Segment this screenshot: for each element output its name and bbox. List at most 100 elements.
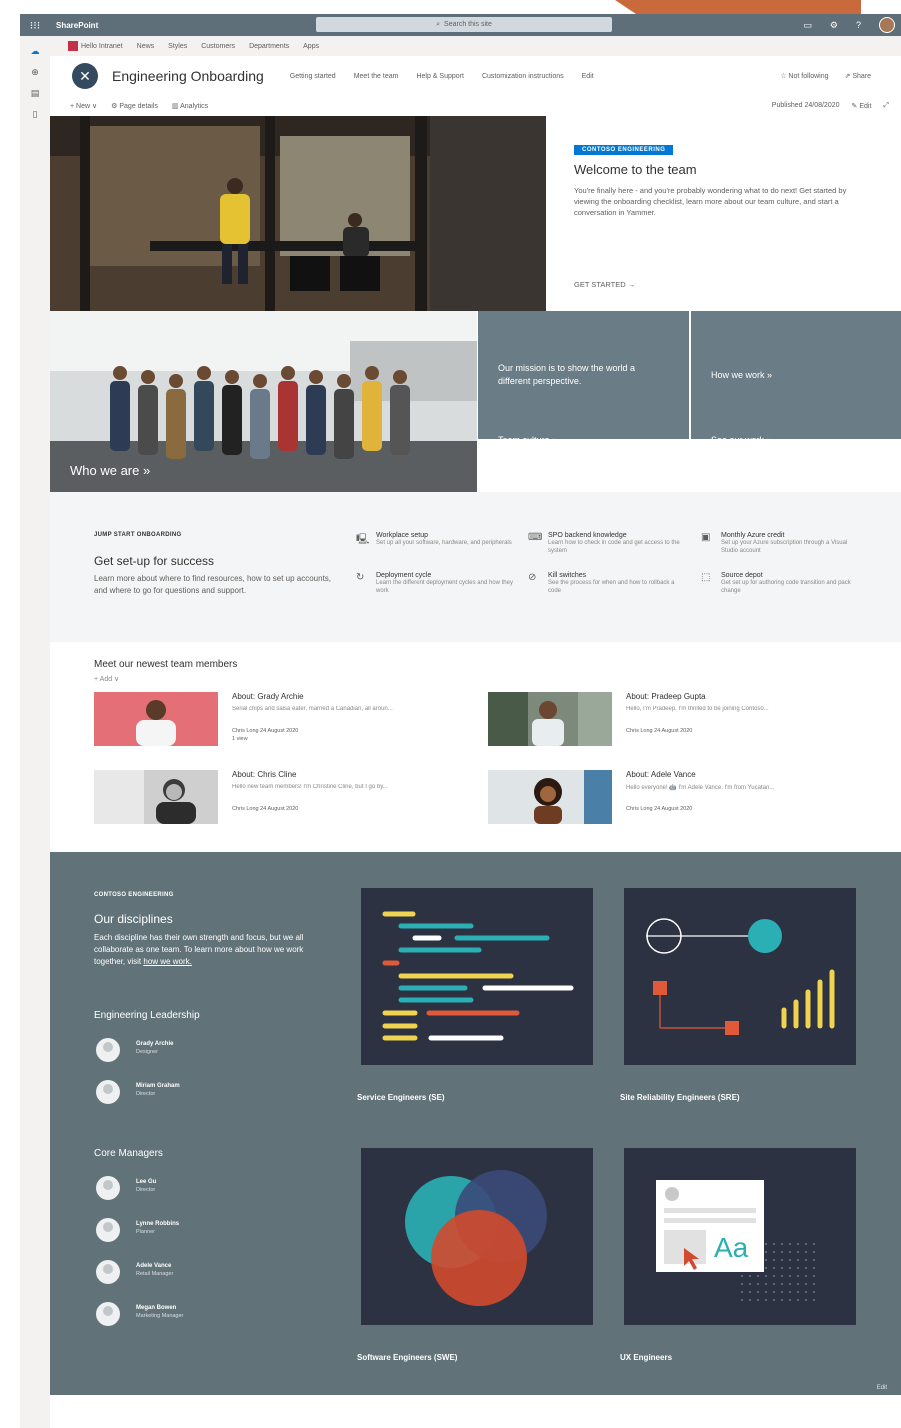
news-item[interactable]: About: Chris Cline Hello new team member… xyxy=(94,770,474,826)
news-author: Chris Long 24 August 2020 xyxy=(626,806,693,812)
chart-icon: ▥ xyxy=(171,103,181,110)
person-card[interactable]: Miriam Graham Director xyxy=(96,1080,296,1104)
add-news-button[interactable]: + Add ∨ xyxy=(94,675,119,683)
quick-link-desc: Learn how to check in code and get acces… xyxy=(548,540,680,554)
nav-getting-started[interactable]: Getting started xyxy=(290,73,336,80)
person-card[interactable]: Lee Gu Director xyxy=(96,1176,296,1200)
quick-link-desc: Get set up for authoring code transition… xyxy=(721,580,851,594)
discipline-card-ux[interactable]: Aa xyxy=(624,1148,856,1325)
discipline-label-swe[interactable]: Software Engineers (SWE) xyxy=(357,1353,457,1362)
account-avatar[interactable] xyxy=(879,17,895,33)
person-name: Miriam Graham xyxy=(136,1083,180,1089)
globe-icon[interactable]: ⊕ xyxy=(20,67,50,78)
person-name: Adele Vance xyxy=(136,1263,172,1269)
get-started-link[interactable]: GET STARTED → xyxy=(574,280,635,289)
person-card[interactable]: Grady Archie Designer xyxy=(96,1038,296,1062)
settings-icon[interactable]: ⚙ xyxy=(830,20,838,31)
news-title[interactable]: About: Chris Cline xyxy=(232,770,296,779)
members-heading: Meet our newest team members xyxy=(94,659,238,670)
jump-start-heading: Get set-up for success xyxy=(94,554,215,568)
quick-link-spo-backend[interactable]: ⌨ SPO backend knowledge Learn how to che… xyxy=(528,532,688,555)
news-author: Chris Long 24 August 2020 xyxy=(232,806,299,812)
nav-edit[interactable]: Edit xyxy=(582,73,594,80)
discipline-label-ux[interactable]: UX Engineers xyxy=(620,1353,672,1362)
news-excerpt: Hello, I'm Pradeep. I'm thrilled to be j… xyxy=(626,706,769,712)
news-excerpt: Serial chips and salsa eater, married a … xyxy=(232,706,393,712)
site-navigation: Getting started Meet the team Help & Sup… xyxy=(290,73,594,80)
search-box[interactable]: ⌕ Search this site xyxy=(316,17,612,32)
news-item[interactable]: About: Pradeep Gupta Hello, I'm Pradeep.… xyxy=(488,692,868,748)
person-name: Lynne Robbins xyxy=(136,1221,180,1227)
discipline-card-swe[interactable] xyxy=(361,1148,593,1325)
hero-office-image[interactable] xyxy=(50,116,546,311)
ux-glyph: Aa xyxy=(714,1232,749,1263)
person-card[interactable]: Lynne Robbins Planner xyxy=(96,1218,296,1242)
mission-text: Our mission is to show the world a diffe… xyxy=(498,363,636,386)
quick-link-kill-switches[interactable]: ⊘ Kill switches See the process for when… xyxy=(528,572,688,595)
jump-start-kicker: JUMP START ONBOARDING xyxy=(94,532,182,538)
discipline-label-sre[interactable]: Site Reliability Engineers (SRE) xyxy=(620,1093,740,1102)
follow-button[interactable]: ☆ Not following xyxy=(780,72,828,80)
who-we-are-link[interactable]: Who we are » xyxy=(70,463,150,478)
team-culture-label: Team culture » xyxy=(498,434,558,445)
news-author: Chris Long 24 August 2020 xyxy=(232,728,299,734)
news-excerpt: Hello everyone! 🤖 I'm Adele Vance. I'm f… xyxy=(626,785,775,791)
news-item[interactable]: About: Adele Vance Hello everyone! 🤖 I'm… xyxy=(488,770,868,826)
hub-nav-customers[interactable]: Customers xyxy=(201,43,235,50)
chat-icon[interactable]: ▭ xyxy=(803,20,812,31)
news-excerpt: Hello new team members! I'm Christine Cl… xyxy=(232,784,388,790)
quick-link-source-depot[interactable]: ⬚ Source depot Get set up for authoring … xyxy=(701,572,861,595)
person-role: Marketing Manager xyxy=(136,1313,184,1319)
page-details-button[interactable]: ⚙ Page details xyxy=(111,102,158,110)
hero-heading: Welcome to the team xyxy=(574,162,697,177)
app-name[interactable]: SharePoint xyxy=(56,21,98,30)
published-status: Published 24/08/2020 xyxy=(771,102,840,109)
news-icon[interactable]: ▤ xyxy=(20,88,50,99)
person-card[interactable]: Megan Bowen Marketing Manager xyxy=(96,1302,296,1326)
how-we-work-link[interactable]: how we work. xyxy=(143,957,191,966)
news-item[interactable]: About: Grady Archie Serial chips and sal… xyxy=(94,692,474,748)
hub-home-link[interactable]: Hello Intranet xyxy=(68,41,123,51)
discipline-card-sre[interactable] xyxy=(624,888,856,1065)
nav-meet-the-team[interactable]: Meet the team xyxy=(354,73,399,80)
disciplines-body-text: Each discipline has their own strength a… xyxy=(94,933,304,966)
see-our-work-tile[interactable]: See our work » xyxy=(691,387,901,492)
share-button[interactable]: ⇗ Share xyxy=(845,72,872,80)
home-icon[interactable]: ☁ xyxy=(20,46,50,57)
person-role: Planner xyxy=(136,1229,155,1235)
see-our-work-label: See our work » xyxy=(711,434,772,445)
expand-icon[interactable]: ⤢ xyxy=(883,102,889,110)
news-title[interactable]: About: Grady Archie xyxy=(232,692,304,701)
left-app-bar: ☁ ⊕ ▤ ▯ xyxy=(20,36,50,1428)
site-title[interactable]: Engineering Onboarding xyxy=(112,68,264,84)
nav-customization[interactable]: Customization instructions xyxy=(482,73,564,80)
site-logo-icon[interactable]: ✕ xyxy=(72,63,98,89)
discipline-card-se[interactable] xyxy=(361,888,593,1065)
hub-nav-news[interactable]: News xyxy=(137,43,155,50)
news-views: 1 view xyxy=(232,736,248,742)
person-card[interactable]: Adele Vance Retail Manager xyxy=(96,1260,296,1284)
edit-page-button[interactable]: ✎ Edit xyxy=(852,102,872,110)
quick-link-deployment-cycle[interactable]: ↻ Deployment cycle Learn the different d… xyxy=(356,572,516,595)
nav-help-support[interactable]: Help & Support xyxy=(416,73,463,80)
analytics-button[interactable]: ▥ Analytics xyxy=(172,102,208,110)
app-launcher-icon[interactable]: ⁝⁝⁝ xyxy=(20,19,50,32)
section-edit-link[interactable]: Edit xyxy=(877,1385,887,1391)
quick-link-azure-credit[interactable]: ▣ Monthly Azure credit Set up your Azure… xyxy=(701,532,861,555)
quick-link-workplace-setup[interactable]: 🖳 Workplace setup Set up all your softwa… xyxy=(356,532,516,547)
hub-nav-departments[interactable]: Departments xyxy=(249,43,289,50)
hub-nav-styles[interactable]: Styles xyxy=(168,43,187,50)
news-title[interactable]: About: Pradeep Gupta xyxy=(626,692,706,701)
avatar xyxy=(96,1038,120,1062)
avatar xyxy=(96,1176,120,1200)
news-title[interactable]: About: Adele Vance xyxy=(626,770,696,779)
hub-nav-apps[interactable]: Apps xyxy=(303,43,319,50)
discipline-label-se[interactable]: Service Engineers (SE) xyxy=(357,1093,445,1102)
team-culture-tile[interactable]: Team culture » xyxy=(478,387,689,492)
disciplines-section: CONTOSO ENGINEERING Our disciplines Each… xyxy=(50,852,901,1395)
hero-team-image[interactable]: Who we are » xyxy=(50,311,477,492)
page-icon[interactable]: ▯ xyxy=(20,109,50,120)
news-thumbnail xyxy=(94,770,218,824)
new-button[interactable]: + New ∨ xyxy=(70,102,97,110)
help-icon[interactable]: ? xyxy=(856,20,861,30)
